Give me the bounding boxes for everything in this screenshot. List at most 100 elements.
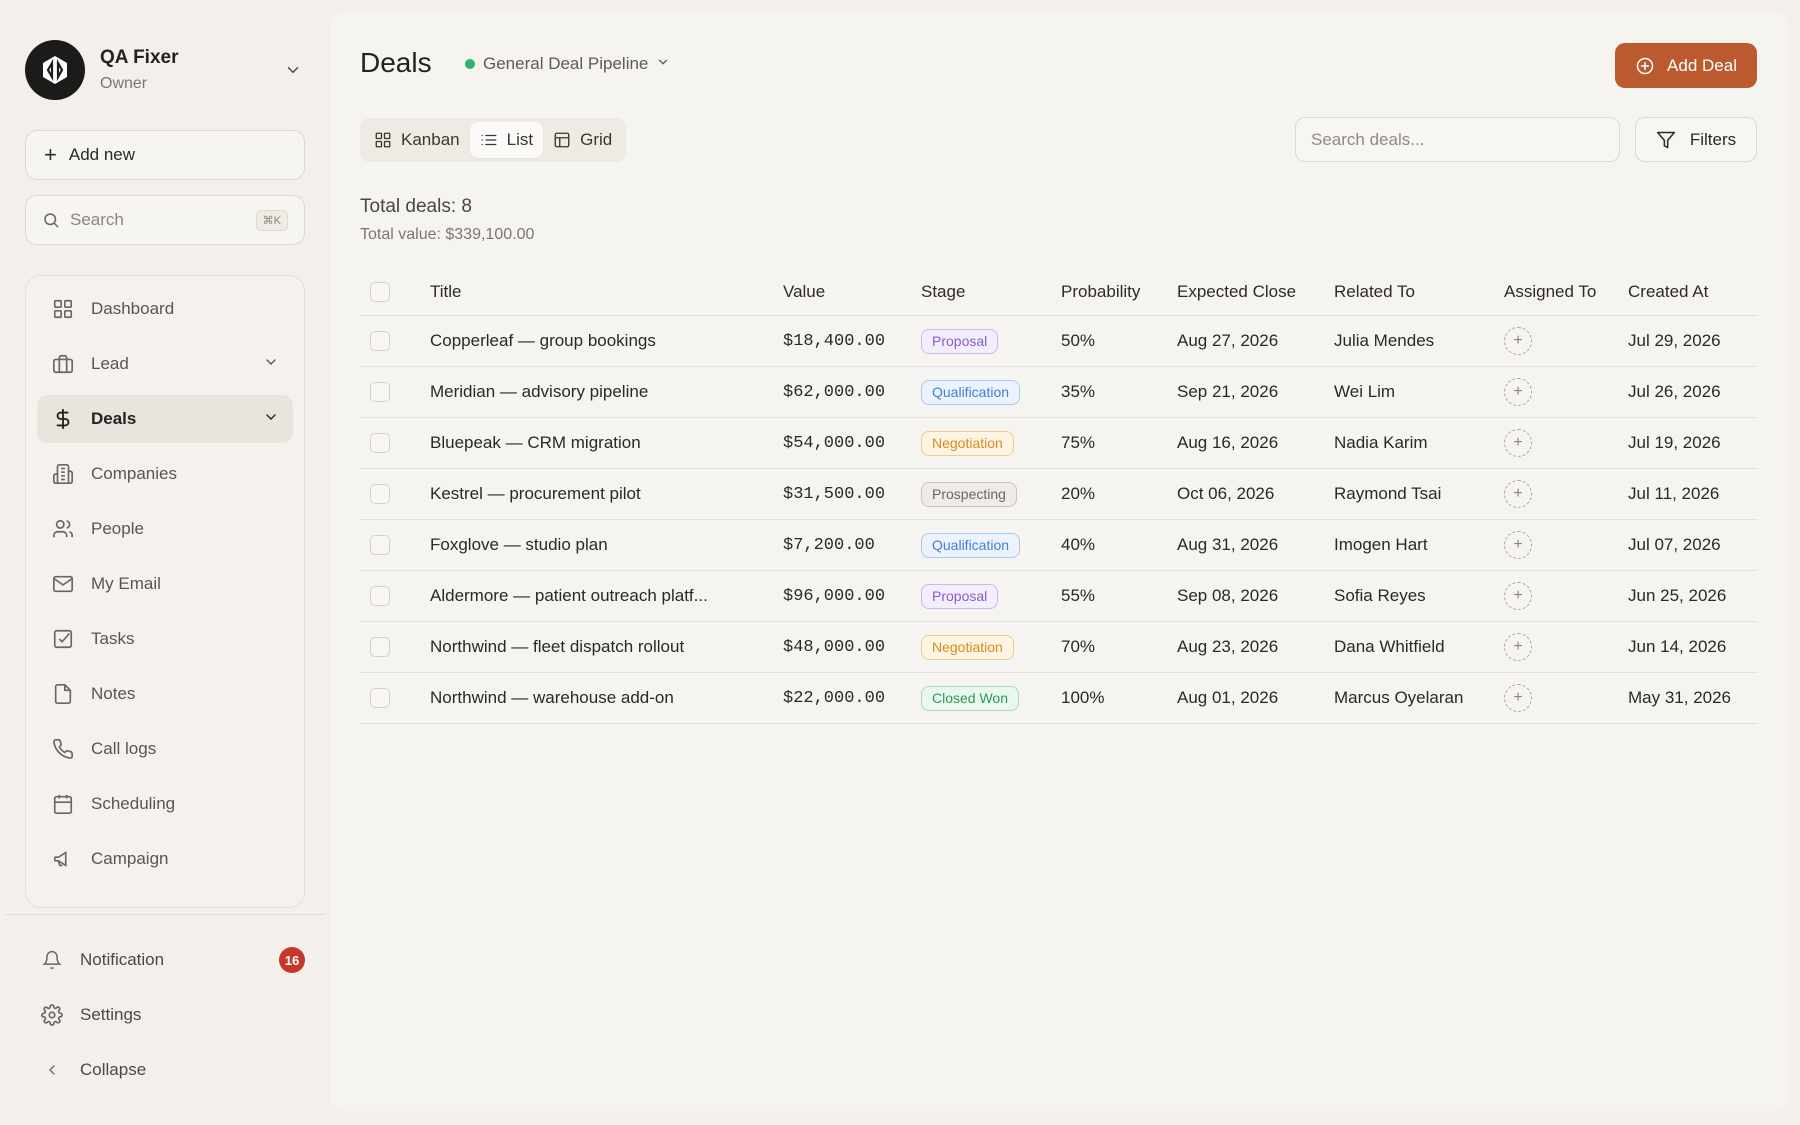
column-header[interactable]: Related To — [1334, 269, 1415, 315]
row-checkbox[interactable] — [370, 484, 390, 504]
tab-kanban[interactable]: Kanban — [364, 122, 470, 158]
plus-icon: + — [1513, 383, 1523, 400]
phone-icon — [51, 737, 75, 761]
assign-user-button[interactable]: + — [1504, 684, 1532, 712]
deal-probability: 100% — [1061, 688, 1105, 707]
table-row[interactable]: Kestrel — procurement pilot $31,500.00 Pro… — [360, 469, 1757, 520]
assign-user-button[interactable]: + — [1504, 480, 1532, 508]
sidebar-item-dashboard[interactable]: Dashboard — [37, 285, 293, 333]
deal-title[interactable]: Copperleaf — group bookings — [430, 316, 730, 366]
sidebar-item-label: Deals — [91, 409, 137, 428]
column-header[interactable]: Stage — [921, 269, 965, 315]
deal-title[interactable]: Northwind — warehouse add-on — [430, 673, 730, 723]
stage-badge: Negotiation — [921, 430, 1014, 456]
sidebar-item-lead[interactable]: Lead — [37, 340, 293, 388]
sidebar-item-label: My Email — [91, 574, 161, 593]
sidebar-item-my-email[interactable]: My Email — [37, 560, 293, 608]
deal-title[interactable]: Bluepeak — CRM migration — [430, 418, 730, 468]
plus-icon: + — [1513, 434, 1523, 451]
sidebar-item-campaign[interactable]: Campaign — [37, 835, 293, 883]
table-row[interactable]: Northwind — fleet dispatch rollout $48,00… — [360, 622, 1757, 673]
filters-label: Filters — [1689, 129, 1737, 149]
sidebar-item-call-logs[interactable]: Call logs — [37, 725, 293, 773]
sidebar-item-people[interactable]: People — [37, 505, 293, 553]
sidebar-item-label: Lead — [91, 354, 129, 373]
sidebar-item-companies[interactable]: Companies — [37, 450, 293, 498]
table-row[interactable]: Bluepeak — CRM migration $54,000.00 Negoti… — [360, 418, 1757, 469]
gear-icon — [40, 1003, 64, 1027]
sidebar-nav: Dashboard Lead Deals Companies People My… — [25, 275, 305, 908]
row-checkbox[interactable] — [370, 586, 390, 606]
add-new-button[interactable]: + Add new — [25, 130, 305, 180]
column-header[interactable]: Value — [783, 269, 825, 315]
chevron-down-icon[interactable] — [263, 409, 279, 430]
sidebar-search[interactable]: Search ⌘K — [25, 195, 305, 245]
add-deal-button[interactable]: Add Deal — [1615, 43, 1757, 88]
assign-user-button[interactable]: + — [1504, 531, 1532, 559]
assign-user-button[interactable]: + — [1504, 429, 1532, 457]
tab-list[interactable]: List — [469, 122, 544, 158]
column-header[interactable]: Title — [430, 269, 730, 315]
deal-probability: 40% — [1061, 535, 1096, 554]
deal-expected-close: Oct 06, 2026 — [1177, 484, 1275, 503]
table-row[interactable]: Aldermore — patient outreach platf... $96… — [360, 571, 1757, 622]
status-dot — [465, 59, 475, 69]
assign-user-button[interactable]: + — [1504, 582, 1532, 610]
account-switcher[interactable]: QA Fixer Owner — [25, 40, 305, 100]
notification-button[interactable]: Notification 16 — [40, 940, 305, 980]
deal-title[interactable]: Meridian — advisory pipeline — [430, 367, 730, 417]
assign-user-button[interactable]: + — [1504, 327, 1532, 355]
row-checkbox[interactable] — [370, 433, 390, 453]
column-header[interactable]: Assigned To — [1504, 269, 1596, 315]
deal-related-to: Imogen Hart — [1334, 535, 1428, 554]
avatar — [25, 40, 85, 100]
tab-label: Kanban — [401, 130, 460, 149]
row-checkbox[interactable] — [370, 535, 390, 555]
deal-title[interactable]: Foxglove — studio plan — [430, 520, 730, 570]
sidebar-item-scheduling[interactable]: Scheduling — [37, 780, 293, 828]
sidebar-item-label: Notes — [91, 684, 136, 703]
row-checkbox[interactable] — [370, 382, 390, 402]
deal-probability: 70% — [1061, 637, 1096, 656]
pipeline-selector[interactable]: General Deal Pipeline — [465, 54, 670, 74]
table-row[interactable]: Meridian — advisory pipeline $62,000.00 Qu… — [360, 367, 1757, 418]
table-row[interactable]: Copperleaf — group bookings $18,400.00 Pro… — [360, 316, 1757, 367]
row-checkbox[interactable] — [370, 637, 390, 657]
chevron-down-icon — [656, 54, 670, 74]
deal-title[interactable]: Kestrel — procurement pilot — [430, 469, 730, 519]
settings-label: Settings — [80, 1005, 142, 1024]
column-header[interactable]: Expected Close — [1177, 269, 1296, 315]
deal-created-at: Jun 14, 2026 — [1628, 637, 1727, 656]
deal-probability: 20% — [1061, 484, 1096, 503]
chevron-down-icon[interactable] — [281, 58, 305, 82]
tab-label: Grid — [580, 130, 613, 149]
deal-title[interactable]: Aldermore — patient outreach platf... — [430, 571, 730, 621]
deal-probability: 50% — [1061, 331, 1096, 350]
deal-expected-close: Sep 08, 2026 — [1177, 586, 1279, 605]
row-checkbox[interactable] — [370, 331, 390, 351]
deal-probability: 75% — [1061, 433, 1096, 452]
mail-icon — [51, 572, 75, 596]
tab-grid[interactable]: Grid — [543, 122, 622, 158]
row-checkbox[interactable] — [370, 688, 390, 708]
sidebar-item-notes[interactable]: Notes — [37, 670, 293, 718]
filters-button[interactable]: Filters — [1635, 117, 1757, 162]
sidebar-item-tasks[interactable]: Tasks — [37, 615, 293, 663]
column-header[interactable]: Created At — [1628, 269, 1708, 315]
assign-user-button[interactable]: + — [1504, 633, 1532, 661]
sidebar-item-deals[interactable]: Deals — [37, 395, 293, 443]
table-row[interactable]: Northwind — warehouse add-on $22,000.00 Cl… — [360, 673, 1757, 724]
settings-button[interactable]: Settings — [40, 995, 305, 1035]
column-header[interactable]: Probability — [1061, 269, 1140, 315]
deal-search-input[interactable] — [1295, 117, 1620, 162]
table-body: Copperleaf — group bookings $18,400.00 Pro… — [360, 316, 1757, 724]
select-all-checkbox[interactable] — [370, 282, 390, 302]
chevron-down-icon[interactable] — [263, 354, 279, 375]
tab-label: List — [506, 130, 534, 149]
building-icon — [51, 462, 75, 486]
people-icon — [51, 517, 75, 541]
deal-title[interactable]: Northwind — fleet dispatch rollout — [430, 622, 730, 672]
table-row[interactable]: Foxglove — studio plan $7,200.00 Qualifica… — [360, 520, 1757, 571]
collapse-button[interactable]: Collapse — [40, 1050, 305, 1090]
assign-user-button[interactable]: + — [1504, 378, 1532, 406]
